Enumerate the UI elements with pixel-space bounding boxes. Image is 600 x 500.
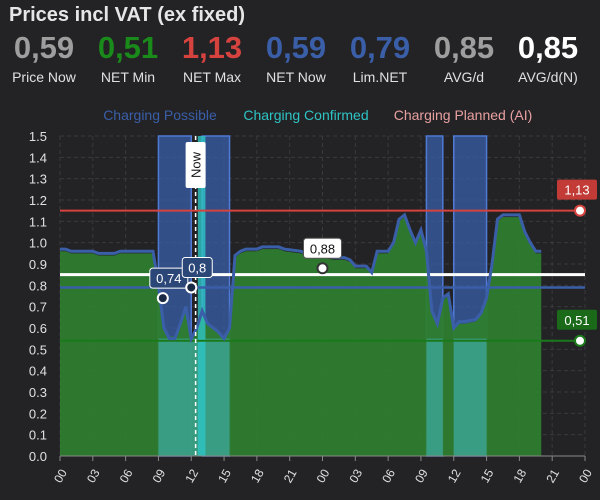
x-tick-label: 03 xyxy=(346,466,365,485)
stat-value: 0,85 xyxy=(517,30,579,65)
stat-label: NET Max xyxy=(182,69,242,85)
x-tick-label: 09 xyxy=(412,466,431,485)
stat-net-max: 1,13 NET Max xyxy=(172,30,252,86)
point-label: 0,8 xyxy=(188,260,206,275)
chart-axes: 00 03 06 09 12 15 18 21 00 03 06 09 12 15 18 21 00 xyxy=(51,455,595,485)
stat-lim-net: 0,79 Lim.NET xyxy=(340,30,420,86)
max-badge-label: 1,13 xyxy=(564,183,589,198)
x-tick-label: 21 xyxy=(281,466,300,485)
y-tick-label: 1.1 xyxy=(29,214,47,229)
x-tick-label: 00 xyxy=(51,466,70,485)
chart-legend: Charging Possible Charging Confirmed Charg… xyxy=(103,107,532,123)
legend-item: Charging Possible xyxy=(103,107,217,123)
min-endpoint xyxy=(574,334,586,347)
charging-window-lower xyxy=(453,338,487,456)
charging-window-lower xyxy=(426,338,443,456)
y-tick-label: 1.0 xyxy=(29,236,47,251)
x-tick-label: 00 xyxy=(576,466,595,485)
y-tick-label: 0.6 xyxy=(29,321,47,336)
stat-value: 0,59 xyxy=(13,30,75,65)
x-tick-label: 18 xyxy=(248,466,267,485)
y-tick-label: 0.0 xyxy=(29,449,47,464)
y-tick-label: 0.7 xyxy=(29,300,47,315)
y-tick-label: 0.9 xyxy=(29,257,47,272)
stat-label: AVG/d(N) xyxy=(518,69,578,85)
y-tick-label: 0.8 xyxy=(29,278,47,293)
y-tick-label: 0.5 xyxy=(29,342,47,357)
x-tick-label: 21 xyxy=(543,466,562,485)
point-marker xyxy=(185,281,198,294)
price-chart: Charging Possible Charging Confirmed Charg… xyxy=(29,107,597,485)
x-tick-label: 12 xyxy=(182,466,201,485)
stat-avg-day: 0,85 AVG/d xyxy=(424,30,504,86)
y-tick-label: 1.2 xyxy=(29,193,47,208)
x-tick-label: 06 xyxy=(379,466,398,485)
x-tick-label: 12 xyxy=(445,466,464,485)
legend-item: Charging Confirmed xyxy=(243,107,368,123)
y-tick-label: 1.4 xyxy=(29,150,47,165)
x-tick-label: 15 xyxy=(215,466,234,485)
y-tick-label: 0.4 xyxy=(29,364,47,379)
max-endpoint xyxy=(574,204,586,217)
stat-label: NET Now xyxy=(266,69,326,85)
point-label: 0,74 xyxy=(156,271,181,286)
stat-value: 0,59 xyxy=(265,30,327,65)
stat-value: 0,85 xyxy=(433,30,495,65)
stat-value: 0,79 xyxy=(349,30,411,65)
stat-avg-day-n: 0,85 AVG/d(N) xyxy=(506,30,590,86)
x-tick-label: 00 xyxy=(314,466,333,485)
stat-label: AVG/d xyxy=(443,69,485,85)
now-label: Now xyxy=(189,151,204,178)
stat-price-now: 0,59 Price Now xyxy=(4,30,84,86)
x-tick-label: 03 xyxy=(84,466,103,485)
y-tick-label: 1.3 xyxy=(29,172,47,187)
x-tick-label: 06 xyxy=(117,466,136,485)
stat-net-min: 0,51 NET Min xyxy=(88,30,168,86)
y-tick-label: 1.5 xyxy=(29,129,47,144)
legend-item: Charging Planned (AI) xyxy=(394,107,533,123)
stats-row: 0,59 Price Now 0,51 NET Min 1,13 NET Max… xyxy=(0,30,600,90)
stat-label: Lim.NET xyxy=(352,69,408,85)
stat-value: 1,13 xyxy=(181,30,243,65)
point-marker xyxy=(316,262,329,275)
min-badge-label: 0,51 xyxy=(564,313,589,328)
stat-value: 0,51 xyxy=(97,30,159,65)
y-tick-label: 0.3 xyxy=(29,385,47,400)
stat-label: Price Now xyxy=(12,69,76,85)
x-tick-label: 15 xyxy=(478,466,497,485)
stat-label: NET Min xyxy=(100,69,156,85)
card-title: Prices incl VAT (ex fixed) xyxy=(9,4,246,26)
y-tick-label: 0.1 xyxy=(29,428,47,443)
y-tick-label: 0.2 xyxy=(29,406,47,421)
charging-window-lower xyxy=(158,338,230,456)
point-label: 0,88 xyxy=(310,241,335,256)
stat-net-now: 0,59 NET Now xyxy=(256,30,336,86)
x-tick-label: 18 xyxy=(511,466,530,485)
x-tick-label: 09 xyxy=(150,466,169,485)
point-marker xyxy=(156,292,169,305)
